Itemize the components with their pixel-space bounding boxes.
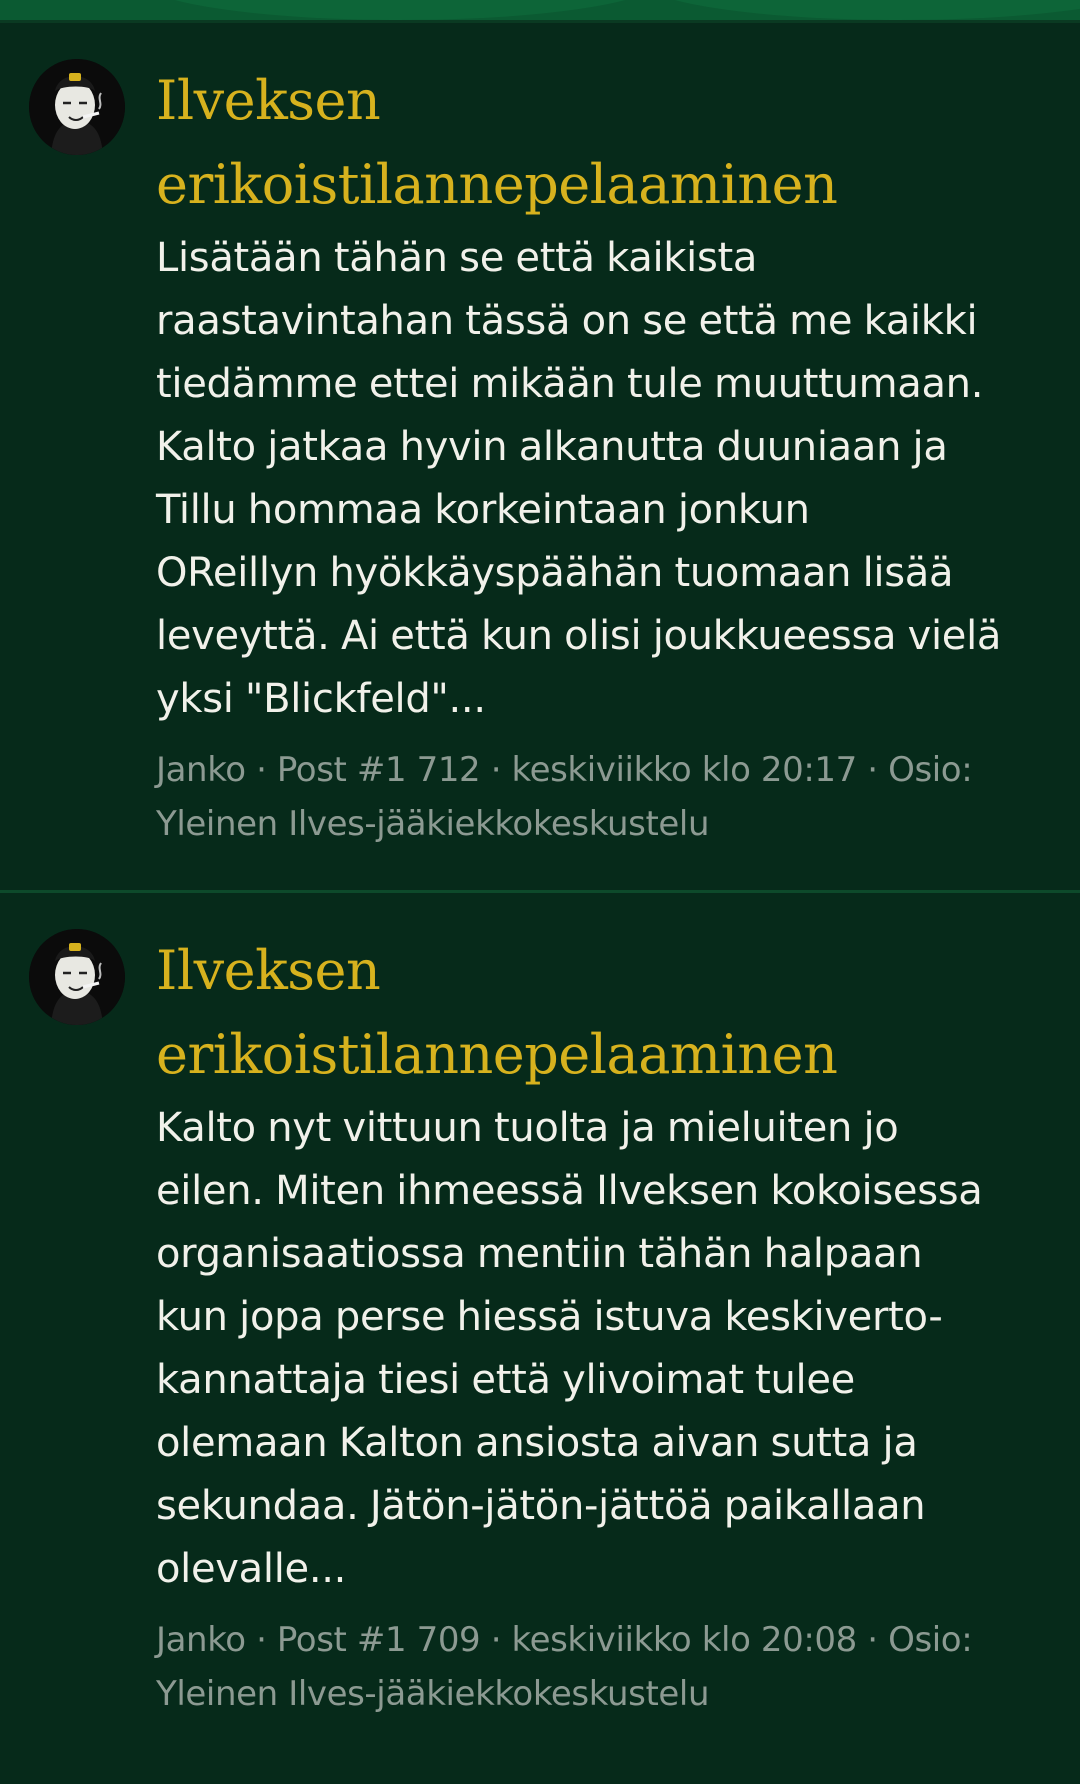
banner-decoration — [140, 0, 660, 20]
post-content: Ilveksen erikoistilannepelaaminen Kalto … — [156, 929, 1056, 1721]
thread-title[interactable]: Ilveksen erikoistilannepelaaminen — [156, 59, 1056, 227]
top-banner — [0, 0, 1080, 22]
user-avatar[interactable] — [29, 929, 125, 1025]
banner-decoration — [640, 0, 1080, 20]
post-meta: Janko · Post #1 709 · keskiviikko klo 20… — [156, 1620, 973, 1714]
post-excerpt: Lisätään tähän se että kaikista raastavi… — [156, 235, 1002, 722]
search-result-post[interactable]: Ilveksen erikoistilannepelaaminen Lisätä… — [0, 23, 1080, 893]
post-meta: Janko · Post #1 712 · keskiviikko klo 20… — [156, 750, 973, 844]
search-result-post[interactable]: Ilveksen erikoistilannepelaaminen Kalto … — [0, 893, 1080, 1763]
post-content: Ilveksen erikoistilannepelaaminen Lisätä… — [156, 59, 1056, 851]
post-excerpt: Kalto nyt vittuun tuolta ja mieluiten jo… — [156, 1105, 983, 1592]
smoking-character-avatar-icon — [29, 59, 125, 155]
thread-title[interactable]: Ilveksen erikoistilannepelaaminen — [156, 929, 1056, 1097]
user-avatar[interactable] — [29, 59, 125, 155]
list-end-spacer — [0, 1760, 1080, 1784]
smoking-character-avatar-icon — [29, 929, 125, 1025]
